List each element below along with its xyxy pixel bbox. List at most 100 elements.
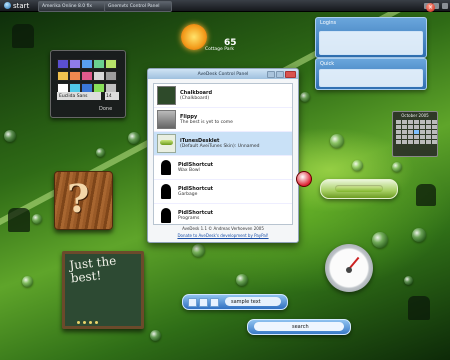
calendar-day[interactable] — [402, 140, 407, 144]
note-label: Logins — [320, 20, 337, 26]
water-drop — [4, 130, 16, 142]
help-desklet[interactable]: ? — [54, 171, 113, 230]
list-item[interactable]: PidlShortcut Programs — [154, 204, 292, 224]
color-swatch[interactable] — [93, 71, 105, 81]
calendar-day[interactable] — [426, 135, 431, 139]
sample-text-field[interactable]: sample text — [225, 297, 281, 306]
minimize-icon[interactable] — [267, 71, 275, 78]
font-select[interactable]: Euclida Sans — [57, 92, 101, 100]
calendar-day[interactable] — [402, 130, 407, 134]
note-text-area[interactable] — [319, 69, 423, 87]
calendar-day[interactable] — [402, 125, 407, 129]
calendar-day[interactable] — [396, 135, 401, 139]
list-item[interactable]: Flippy The best is yet to come — [154, 108, 292, 132]
calendar-day[interactable] — [432, 125, 437, 129]
search-input[interactable]: search — [254, 322, 344, 331]
water-drop — [22, 276, 33, 287]
calendar-day[interactable] — [396, 140, 401, 144]
color-swatch[interactable] — [105, 71, 117, 81]
recycle-thumbnail-icon — [157, 159, 174, 176]
calendar-day[interactable] — [420, 130, 425, 134]
color-swatch[interactable] — [69, 59, 81, 69]
color-swatch[interactable] — [69, 71, 81, 81]
calendar-day[interactable] — [402, 135, 407, 139]
water-drop — [372, 232, 388, 248]
color-swatch[interactable] — [81, 59, 93, 69]
text-toolbar-widget: sample text — [182, 294, 288, 310]
underline-icon[interactable] — [210, 298, 219, 307]
list-item-selected[interactable]: iTunesDesklet (Default AveiTunes Skin): U… — [154, 132, 292, 156]
calendar-day[interactable] — [420, 120, 425, 124]
taskbar-task[interactable]: Amerika Online 8.0 fix — [38, 1, 106, 12]
list-item[interactable]: PidlShortcut Garbage — [154, 180, 292, 204]
calendar-day[interactable] — [432, 120, 437, 124]
calendar-day[interactable] — [408, 125, 413, 129]
calendar-day[interactable] — [402, 120, 407, 124]
water-drop — [96, 148, 105, 157]
calendar-day[interactable] — [432, 130, 437, 134]
donate-link[interactable]: Donate to AveDesk's development by PayPa… — [148, 233, 298, 238]
font-size-select[interactable]: 14 — [105, 92, 119, 100]
chalk-dot[interactable] — [89, 321, 92, 324]
calendar-day[interactable] — [396, 125, 401, 129]
close-icon[interactable]: × — [426, 3, 435, 12]
chalk-dot[interactable] — [77, 321, 80, 324]
calendar-day[interactable] — [414, 130, 419, 134]
item-detail: The best is yet to come — [180, 120, 233, 125]
italic-icon[interactable] — [199, 298, 208, 307]
color-swatch[interactable] — [57, 71, 69, 81]
calendar-day[interactable] — [426, 130, 431, 134]
start-label: start — [13, 1, 30, 10]
calendar-day[interactable] — [426, 120, 431, 124]
close-icon[interactable] — [285, 71, 296, 78]
tray-icon[interactable] — [442, 2, 448, 9]
calendar-day[interactable] — [408, 140, 413, 144]
done-button[interactable]: Done — [99, 106, 112, 112]
calendar-day[interactable] — [414, 125, 419, 129]
color-swatch[interactable] — [57, 59, 69, 69]
chalk-dot[interactable] — [83, 321, 86, 324]
desktop-icon-silhouette[interactable] — [416, 184, 436, 206]
calendar-day[interactable] — [420, 135, 425, 139]
calendar-day[interactable] — [432, 140, 437, 144]
calendar-day[interactable] — [396, 130, 401, 134]
start-button[interactable]: start — [2, 1, 33, 10]
calendar-day[interactable] — [432, 135, 437, 139]
calendar-day[interactable] — [426, 140, 431, 144]
item-detail: Wax Bowl — [178, 168, 200, 173]
note-text-area[interactable] — [319, 31, 423, 55]
item-detail: Programs — [178, 216, 200, 221]
calendar-day[interactable] — [420, 140, 425, 144]
item-detail: (Chalkboard) — [180, 96, 210, 101]
quick-note-widget: Quick — [315, 58, 427, 90]
calendar-day[interactable] — [408, 135, 413, 139]
itunes-thumbnail-icon — [157, 134, 176, 153]
maximize-icon[interactable] — [276, 71, 284, 78]
color-swatch[interactable] — [81, 71, 93, 81]
itunes-desklet[interactable] — [320, 179, 398, 199]
window-titlebar[interactable]: AveDesk Control Panel — [148, 69, 298, 79]
calendar-day[interactable] — [420, 125, 425, 129]
calendar-day[interactable] — [414, 120, 419, 124]
calendar-day[interactable] — [408, 130, 413, 134]
calendar-day[interactable] — [414, 140, 419, 144]
desktop-icon-silhouette[interactable] — [8, 208, 30, 232]
desktop-icon-silhouette[interactable] — [408, 296, 430, 320]
desktop-icon-silhouette[interactable] — [12, 24, 34, 48]
bold-icon[interactable] — [188, 298, 197, 307]
calendar-day[interactable] — [414, 135, 419, 139]
list-item[interactable]: PidlShortcut Wax Bowl — [154, 156, 292, 180]
desklet-list: Chalkboard (Chalkboard) Flippy The best is… — [153, 83, 293, 225]
chalk-dot[interactable] — [95, 321, 98, 324]
calendar-day[interactable] — [408, 120, 413, 124]
question-mark-icon: ? — [67, 176, 90, 221]
taskbar-task[interactable]: Gnemvts Control Panel — [104, 1, 172, 12]
list-item[interactable]: Chalkboard (Chalkboard) — [154, 84, 292, 108]
color-palette-widget: Euclida Sans 14 Done — [50, 50, 126, 118]
color-swatch[interactable] — [105, 59, 117, 69]
color-swatch[interactable] — [93, 59, 105, 69]
chalkboard-desklet[interactable]: Just the best! — [62, 251, 144, 329]
chalk-color-dots — [77, 321, 98, 324]
calendar-day[interactable] — [426, 125, 431, 129]
calendar-day[interactable] — [396, 120, 401, 124]
